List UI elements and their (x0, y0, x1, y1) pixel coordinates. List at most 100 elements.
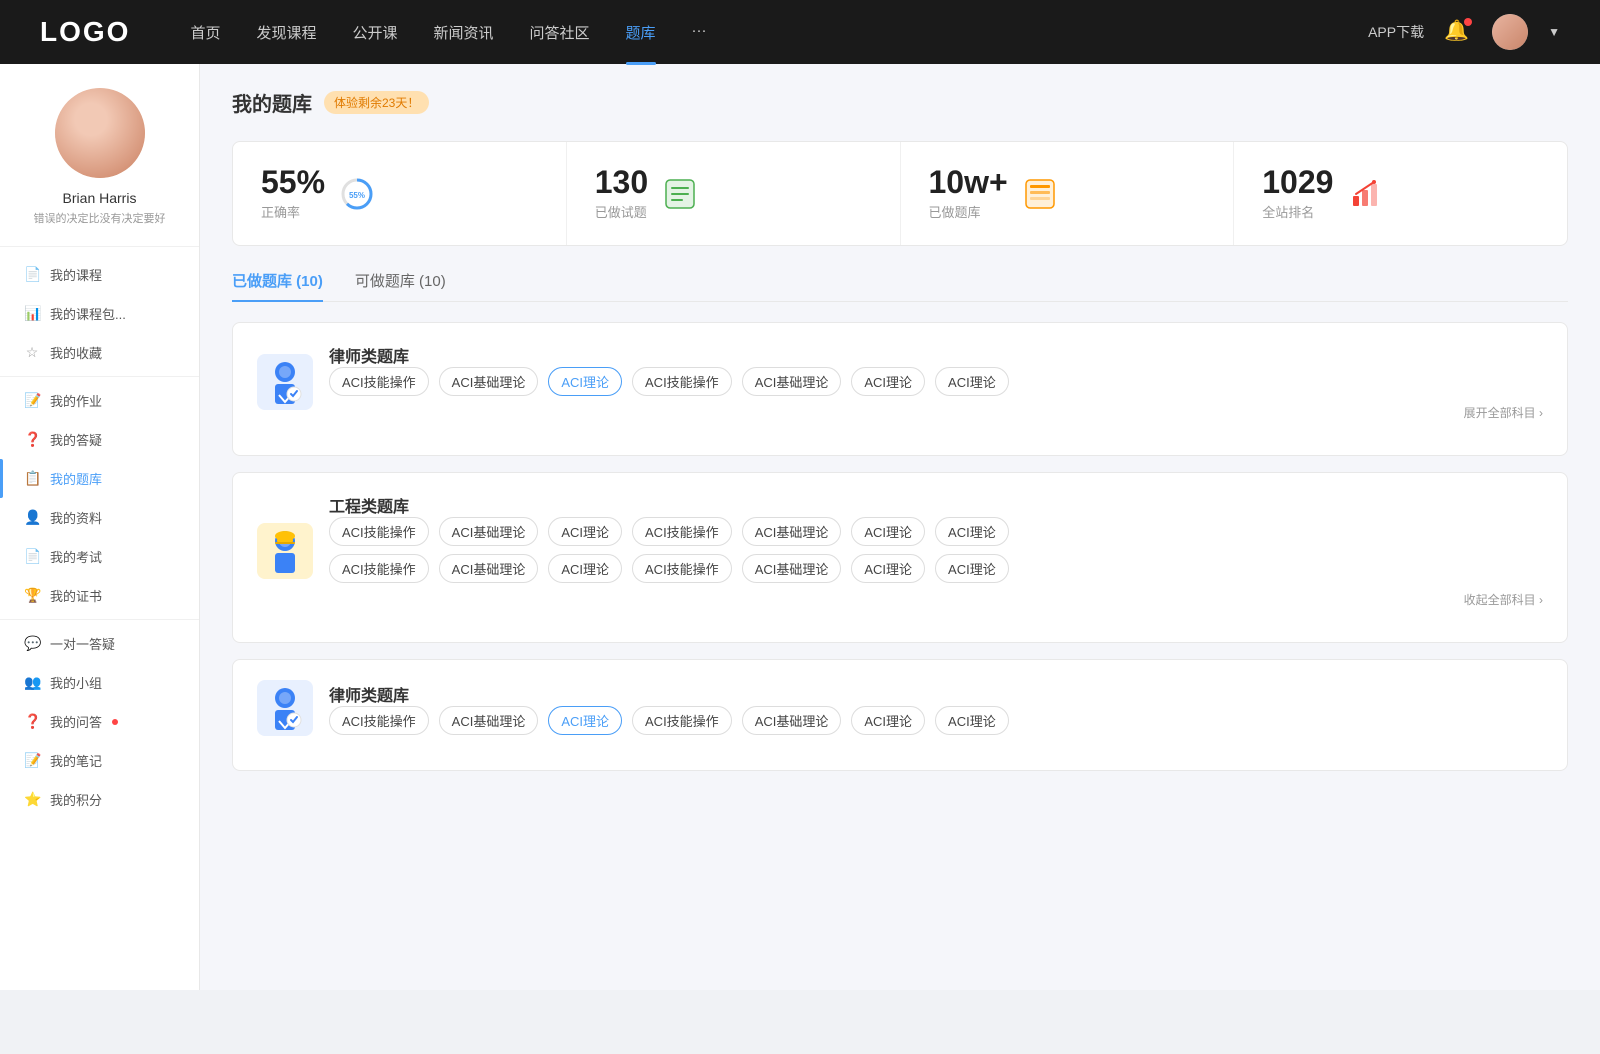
bank-tag[interactable]: ACI理论 (851, 554, 925, 583)
bank-expand-lawyer-1[interactable]: 展开全部科目 › (329, 404, 1543, 421)
bank-tag[interactable]: ACI基础理论 (742, 367, 842, 396)
stat-rank: 1029 全站排名 (1234, 142, 1567, 245)
bank-tag[interactable]: ACI基础理论 (439, 706, 539, 735)
nav-link-news[interactable]: 新闻资讯 (434, 22, 494, 43)
user-dropdown-arrow[interactable]: ▼ (1548, 25, 1560, 39)
nav-link-open-course[interactable]: 公开课 (352, 22, 397, 43)
sidebar-item-label: 我的课程 (50, 265, 102, 284)
done-banks-label: 已做题库 (929, 202, 1008, 221)
bank-tag[interactable]: ACI理论 (935, 554, 1009, 583)
sidebar-item-certificate[interactable]: 🏆 我的证书 (0, 576, 199, 615)
bank-tags-engineer-row2: ACI技能操作 ACI基础理论 ACI理论 ACI技能操作 ACI基础理论 AC… (329, 554, 1543, 583)
sidebar-item-group[interactable]: 👥 我的小组 (0, 663, 199, 702)
nav-link-more[interactable]: ··· (692, 22, 707, 43)
nav-link-home[interactable]: 首页 (190, 22, 220, 43)
bank-tag[interactable]: ACI基础理论 (742, 554, 842, 583)
rank-value: 1029 (1262, 166, 1333, 198)
sidebar-item-favorites[interactable]: ☆ 我的收藏 (0, 333, 199, 372)
bank-tag[interactable]: ACI基础理论 (439, 517, 539, 546)
qa-badge (112, 719, 118, 725)
bank-tag[interactable]: ACI基础理论 (439, 367, 539, 396)
stat-done-banks: 10w+ 已做题库 (901, 142, 1235, 245)
bank-icon: 📋 (24, 470, 40, 487)
bank-tag[interactable]: ACI基础理论 (742, 517, 842, 546)
cert-icon: 🏆 (24, 587, 40, 604)
bank-tag[interactable]: ACI技能操作 (329, 517, 429, 546)
bank-tag[interactable]: ACI技能操作 (329, 706, 429, 735)
tab-done[interactable]: 已做题库 (10) (232, 270, 323, 301)
bank-tag[interactable]: ACI理论 (935, 517, 1009, 546)
profile-name: Brian Harris (63, 190, 137, 206)
sidebar-item-exam[interactable]: 📄 我的考试 (0, 537, 199, 576)
nav-links: 首页 发现课程 公开课 新闻资讯 问答社区 题库 ··· (190, 22, 1368, 43)
sidebar-item-label: 我的积分 (50, 790, 102, 809)
sidebar-item-notes[interactable]: 📝 我的笔记 (0, 741, 199, 780)
bank-section-engineer: 工程类题库 ACI技能操作 ACI基础理论 ACI理论 ACI技能操作 ACI基… (232, 472, 1568, 643)
sidebar-item-points[interactable]: ⭐ 我的积分 (0, 780, 199, 819)
bank-header-engineer: 工程类题库 ACI技能操作 ACI基础理论 ACI理论 ACI技能操作 ACI基… (257, 493, 1543, 608)
done-banks-icon (1022, 176, 1058, 212)
app-download-btn[interactable]: APP下载 (1368, 22, 1424, 42)
bank-tag[interactable]: ACI理论 (851, 367, 925, 396)
stats-row: 55% 正确率 55% 130 已做试题 (232, 141, 1568, 246)
nav-logo: LOGO (40, 16, 130, 48)
bank-tag[interactable]: ACI理论 (548, 517, 622, 546)
notification-bell[interactable]: 🔔 (1444, 18, 1472, 46)
bank-tag[interactable]: ACI理论 (548, 554, 622, 583)
sidebar-item-label: 我的作业 (50, 391, 102, 410)
sidebar-item-label: 我的小组 (50, 673, 102, 692)
bank-tag[interactable]: ACI基础理论 (742, 706, 842, 735)
bank-tag-active[interactable]: ACI理论 (548, 367, 622, 396)
notes-icon: 📝 (24, 752, 40, 769)
stat-accuracy: 55% 正确率 55% (233, 142, 567, 245)
sidebar-item-label: 我的考试 (50, 547, 102, 566)
nav-link-discover[interactable]: 发现课程 (256, 22, 316, 43)
bank-tag[interactable]: ACI理论 (935, 706, 1009, 735)
tab-available[interactable]: 可做题库 (10) (355, 270, 446, 301)
sidebar-item-homework[interactable]: 📝 我的作业 (0, 381, 199, 420)
sidebar-item-label: 我的资料 (50, 508, 102, 527)
bank-name-lawyer-2: 律师类题库 (329, 682, 1543, 706)
bank-tag[interactable]: ACI技能操作 (632, 706, 732, 735)
sidebar-item-label: 我的收藏 (50, 343, 102, 362)
nav-link-qa[interactable]: 问答社区 (530, 22, 590, 43)
bank-collapse-engineer[interactable]: 收起全部科目 › (329, 591, 1543, 608)
done-questions-icon (662, 176, 698, 212)
main-content: 我的题库 体验剩余23天！ 55% 正确率 55% (200, 64, 1600, 990)
courses-icon: 📄 (24, 266, 40, 283)
star-icon: ☆ (24, 344, 40, 361)
sidebar-item-one-on-one[interactable]: 💬 一对一答疑 (0, 624, 199, 663)
bank-tag-active[interactable]: ACI理论 (548, 706, 622, 735)
bank-tags-lawyer-1: ACI技能操作 ACI基础理论 ACI理论 ACI技能操作 ACI基础理论 AC… (329, 367, 1543, 396)
sidebar-item-bank[interactable]: 📋 我的题库 (0, 459, 199, 498)
bank-tag[interactable]: ACI技能操作 (632, 517, 732, 546)
bank-tag[interactable]: ACI基础理论 (439, 554, 539, 583)
bank-tag[interactable]: ACI技能操作 (632, 367, 732, 396)
sidebar-item-profile[interactable]: 👤 我的资料 (0, 498, 199, 537)
bank-section-lawyer-2: 律师类题库 ACI技能操作 ACI基础理论 ACI理论 ACI技能操作 ACI基… (232, 659, 1568, 771)
sidebar-item-questions[interactable]: ❓ 我的答疑 (0, 420, 199, 459)
sidebar-item-label: 我的课程包... (50, 304, 126, 323)
sidebar-divider-2 (0, 619, 199, 620)
rank-icon (1347, 176, 1383, 212)
bank-name-engineer: 工程类题库 (329, 493, 1543, 517)
bank-avatar-lawyer-2 (257, 680, 313, 736)
done-questions-label: 已做试题 (595, 202, 648, 221)
user-avatar[interactable] (1492, 14, 1528, 50)
bank-tag[interactable]: ACI技能操作 (329, 367, 429, 396)
stat-done-questions: 130 已做试题 (567, 142, 901, 245)
page-header: 我的题库 体验剩余23天！ (232, 88, 1568, 117)
sidebar-item-course-packages[interactable]: 📊 我的课程包... (0, 294, 199, 333)
sidebar-item-courses[interactable]: 📄 我的课程 (0, 255, 199, 294)
sidebar-item-my-qa[interactable]: ❓ 我的问答 (0, 702, 199, 741)
bank-tag[interactable]: ACI理论 (935, 367, 1009, 396)
bank-tags-lawyer-2: ACI技能操作 ACI基础理论 ACI理论 ACI技能操作 ACI基础理论 AC… (329, 706, 1543, 735)
notification-dot (1464, 18, 1472, 26)
question-icon: ❓ (24, 431, 40, 448)
bank-tag[interactable]: ACI技能操作 (329, 554, 429, 583)
bank-tag[interactable]: ACI技能操作 (632, 554, 732, 583)
packages-icon: 📊 (24, 305, 40, 322)
nav-link-bank[interactable]: 题库 (626, 22, 656, 43)
bank-tag[interactable]: ACI理论 (851, 706, 925, 735)
bank-tag[interactable]: ACI理论 (851, 517, 925, 546)
